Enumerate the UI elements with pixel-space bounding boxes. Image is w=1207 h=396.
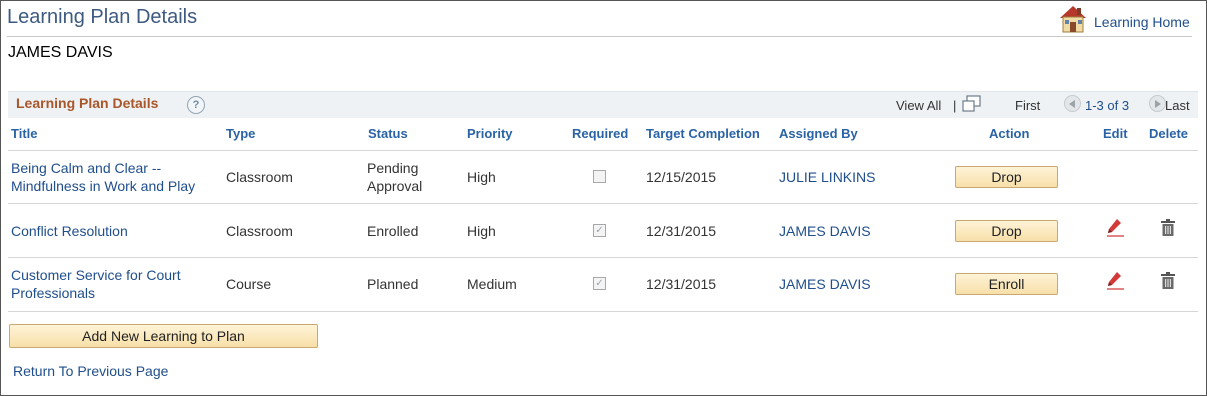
row-divider	[8, 257, 1198, 258]
column-header-type[interactable]: Type	[226, 126, 255, 141]
column-header-assigned[interactable]: Assigned By	[779, 126, 858, 141]
drop-button[interactable]: Drop	[955, 220, 1058, 242]
required-checkbox-checked: ✓	[593, 277, 606, 290]
add-new-learning-button[interactable]: Add New Learning to Plan	[9, 324, 318, 348]
last-link: Last	[1165, 98, 1190, 113]
course-title-link[interactable]: Conflict Resolution	[11, 222, 128, 240]
row-divider	[8, 203, 1198, 204]
enroll-button[interactable]: Enroll	[955, 273, 1058, 295]
course-priority: Medium	[467, 276, 517, 292]
column-header-delete: Delete	[1149, 126, 1189, 141]
previous-arrow-icon[interactable]	[1064, 95, 1081, 112]
required-checkbox	[593, 170, 606, 183]
view-all-link[interactable]: View All	[896, 98, 941, 113]
course-priority: High	[467, 169, 496, 185]
assigned-by-link[interactable]: JULIE LINKINS	[779, 168, 875, 186]
course-status: Planned	[367, 276, 419, 292]
page-frame: Learning Plan Details Learning Home JAME…	[0, 0, 1207, 396]
help-icon[interactable]: ?	[187, 96, 205, 114]
return-to-previous-page-link[interactable]: Return To Previous Page	[13, 363, 168, 379]
column-header-status[interactable]: Status	[368, 126, 408, 141]
course-title-link-continued[interactable]: Professionals	[11, 284, 95, 302]
column-header-priority[interactable]: Priority	[467, 126, 513, 141]
course-status: Pending	[367, 160, 419, 176]
title-divider	[7, 36, 1192, 37]
course-type: Classroom	[226, 223, 293, 239]
course-title-link[interactable]: Being Calm and Clear --	[11, 159, 161, 177]
drop-button[interactable]: Drop	[955, 166, 1058, 188]
grid-header: Learning Plan Details ? View All | First…	[8, 91, 1198, 118]
popout-icon[interactable]	[962, 95, 982, 118]
learning-home-label: Learning Home	[1094, 13, 1190, 30]
column-header-target[interactable]: Target Completion	[646, 126, 760, 141]
course-type: Course	[226, 276, 272, 292]
home-icon	[1058, 4, 1088, 39]
edit-pencil-icon[interactable]	[1105, 271, 1125, 296]
course-status: Enrolled	[367, 223, 419, 239]
target-completion-date: 12/15/2015	[646, 169, 717, 185]
course-title-link[interactable]: Customer Service for Court	[11, 266, 181, 284]
first-link: First	[1015, 98, 1041, 113]
target-completion-date: 12/31/2015	[646, 223, 717, 239]
course-status-continued: Approval	[367, 178, 423, 194]
edit-pencil-icon[interactable]	[1105, 218, 1125, 243]
column-header-title[interactable]: Title	[11, 126, 38, 141]
column-header-action: Action	[989, 126, 1030, 141]
assigned-by-link[interactable]: JAMES DAVIS	[779, 222, 871, 240]
column-header-required[interactable]: Required	[572, 126, 628, 141]
next-arrow-icon[interactable]	[1149, 95, 1166, 112]
header-divider	[8, 150, 1198, 151]
row-range: 1-3 of 3	[1085, 98, 1130, 113]
trash-icon[interactable]	[1160, 272, 1176, 295]
page-title: Learning Plan Details	[7, 6, 198, 28]
trash-icon[interactable]	[1160, 219, 1176, 242]
course-type: Classroom	[226, 169, 293, 185]
assigned-by-link[interactable]: JAMES DAVIS	[779, 275, 871, 293]
row-divider	[8, 311, 1198, 312]
target-completion-date: 12/31/2015	[646, 276, 717, 292]
course-title-link-continued[interactable]: Mindfulness in Work and Play	[11, 177, 195, 195]
column-header-edit: Edit	[1103, 126, 1128, 141]
learning-home-link[interactable]: Learning Home	[1058, 4, 1190, 39]
person-name: JAMES DAVIS	[8, 44, 113, 61]
required-checkbox-checked: ✓	[593, 224, 606, 237]
nav-separator: |	[953, 98, 957, 113]
course-priority: High	[467, 223, 496, 239]
grid-title: Learning Plan Details	[16, 95, 159, 111]
